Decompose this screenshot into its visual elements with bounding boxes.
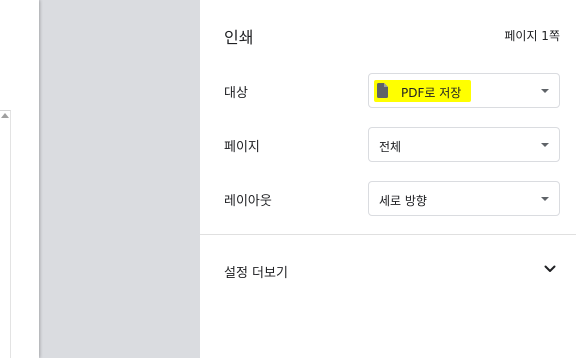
preview-scrollbar[interactable]: [0, 110, 11, 358]
preview-page: [0, 0, 39, 358]
pages-dropdown-arrow-icon: [541, 143, 549, 147]
layout-dropdown-arrow-icon: [541, 197, 549, 201]
divider: [200, 234, 576, 235]
panel-title: 인쇄: [224, 28, 254, 47]
chevron-down-icon: [544, 265, 556, 272]
file-icon: [377, 83, 388, 98]
destination-dropdown-arrow-icon: [541, 89, 549, 93]
pages-value: 전체: [379, 140, 402, 154]
scroll-up-arrow-icon[interactable]: [1, 113, 9, 118]
pages-label: 페이지: [224, 140, 260, 155]
print-preview-area: [0, 0, 200, 358]
destination-label: 대상: [224, 86, 248, 101]
destination-select[interactable]: PDF로 저장: [368, 73, 560, 108]
layout-value: 세로 방향: [379, 194, 427, 208]
more-settings-label: 설정 더보기: [224, 266, 288, 281]
print-settings-panel: 인쇄 페이지 1쪽 대상 PDF로 저장 페이지 전체 레이아웃 세로 방향 설…: [200, 0, 576, 358]
more-settings-toggle[interactable]: 설정 더보기: [200, 250, 576, 290]
page-count: 페이지 1쪽: [504, 29, 560, 43]
pages-select[interactable]: 전체: [368, 127, 560, 162]
destination-value: PDF로 저장: [401, 86, 462, 100]
layout-label: 레이아웃: [224, 194, 272, 209]
layout-select[interactable]: 세로 방향: [368, 181, 560, 216]
